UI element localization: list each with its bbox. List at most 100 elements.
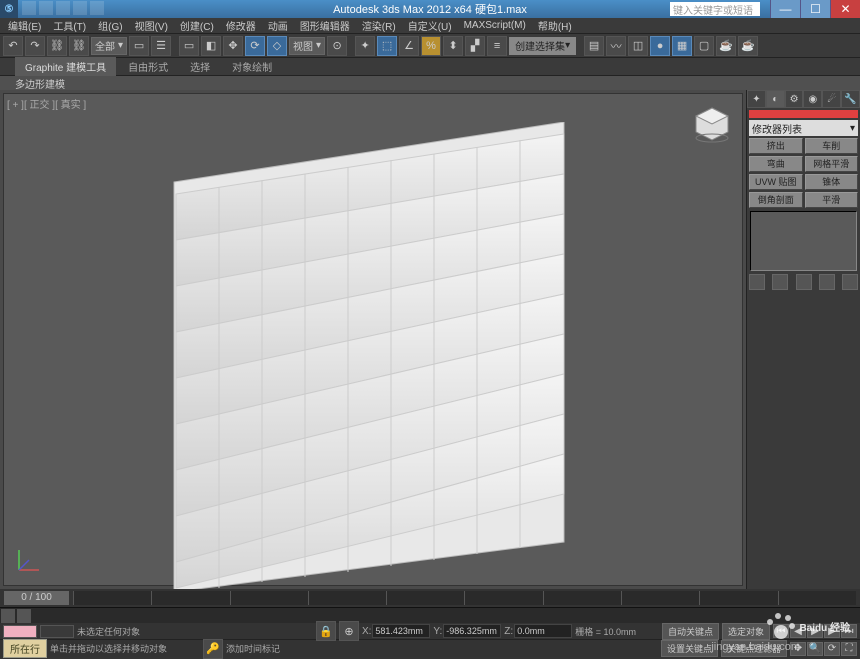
quick-render-button[interactable]: ☕ [738, 36, 758, 56]
select-rotate-button[interactable]: ⟳ [245, 36, 265, 56]
align-button[interactable]: ≡ [487, 36, 507, 56]
close-button[interactable]: ✕ [830, 0, 860, 18]
auto-key-button[interactable]: 自动关键点 [662, 623, 719, 640]
trackbar-key-icon[interactable] [1, 609, 15, 623]
unlink-button[interactable]: ⛓ [69, 36, 89, 56]
modifier-taper-button[interactable]: 锥体 [805, 174, 859, 190]
nav-orbit-button[interactable]: ⟳ [824, 642, 840, 656]
coord-y-input[interactable] [443, 624, 501, 638]
show-end-result-button[interactable] [772, 274, 788, 290]
coord-z-input[interactable] [514, 624, 572, 638]
modifier-meshsmooth-button[interactable]: 网格平滑 [805, 156, 859, 172]
reference-coord-dropdown[interactable]: 视图▾ [289, 37, 325, 55]
qat-undo-icon[interactable] [73, 1, 87, 15]
time-tag-button[interactable]: 🔑 [203, 639, 223, 659]
configure-sets-button[interactable] [842, 274, 858, 290]
utilities-tab-icon[interactable]: 🔧 [841, 90, 860, 108]
nav-zoom-button[interactable]: 🔍 [807, 642, 823, 656]
ribbon-tab-freeform[interactable]: 自由形式 [118, 57, 178, 76]
maxscript-swatch[interactable] [40, 625, 74, 638]
select-region-rect-icon[interactable]: ▭ [179, 36, 199, 56]
angle-snap-button[interactable]: ∠ [399, 36, 419, 56]
help-search-input[interactable]: 键入关键字或短语 [670, 2, 760, 16]
hierarchy-tab-icon[interactable]: ⚙ [785, 90, 804, 108]
link-button[interactable]: ⛓ [47, 36, 67, 56]
time-slider-handle[interactable]: 0 / 100 [4, 591, 69, 605]
modifier-lathe-button[interactable]: 车削 [805, 138, 859, 154]
redo-button[interactable]: ↷ [25, 36, 45, 56]
motion-tab-icon[interactable]: ◉ [803, 90, 822, 108]
use-pivot-center-button[interactable]: ⊙ [327, 36, 347, 56]
layer-manager-button[interactable]: ▤ [584, 36, 604, 56]
ribbon-panel-label[interactable]: 多边形建模 [0, 76, 860, 90]
minimize-button[interactable]: — [770, 0, 800, 18]
menu-create[interactable]: 创建(C) [175, 18, 219, 33]
selected-key-dropdown[interactable]: 选定对象 [722, 623, 770, 640]
menu-graph-editors[interactable]: 图形编辑器 [295, 18, 355, 33]
time-track[interactable] [73, 591, 856, 605]
selection-lock-button[interactable]: 🔒 [316, 621, 336, 641]
modifier-uvwmap-button[interactable]: UVW 贴图 [749, 174, 803, 190]
window-crossing-button[interactable]: ◧ [201, 36, 221, 56]
qat-save-icon[interactable] [56, 1, 70, 15]
coord-x-input[interactable] [372, 624, 430, 638]
maximize-button[interactable]: ☐ [800, 0, 830, 18]
undo-button[interactable]: ↶ [3, 36, 23, 56]
render-frame-button[interactable]: ▢ [694, 36, 714, 56]
select-object-button[interactable]: ▭ [129, 36, 149, 56]
remove-modifier-button[interactable] [819, 274, 835, 290]
modifier-stack[interactable] [750, 211, 857, 271]
trackbar-key-icon[interactable] [17, 609, 31, 623]
material-editor-button[interactable]: ● [650, 36, 670, 56]
time-slider[interactable]: 0 / 100 [0, 589, 860, 607]
make-unique-button[interactable] [796, 274, 812, 290]
menu-edit[interactable]: 编辑(E) [3, 18, 46, 33]
modifier-smooth-button[interactable]: 平滑 [805, 192, 859, 208]
menu-modifiers[interactable]: 修改器 [221, 18, 261, 33]
display-tab-icon[interactable]: ☄ [822, 90, 841, 108]
ribbon-tab-selection[interactable]: 选择 [180, 57, 220, 76]
create-tab-icon[interactable]: ✦ [747, 90, 766, 108]
spinner-snap-button[interactable]: ⬍ [443, 36, 463, 56]
pin-stack-button[interactable] [749, 274, 765, 290]
modifier-extrude-button[interactable]: 挤出 [749, 138, 803, 154]
manipulate-button[interactable]: ✦ [355, 36, 375, 56]
add-time-tag-label[interactable]: 添加时间标记 [226, 642, 280, 655]
nav-maximize-button[interactable]: ⛶ [841, 642, 857, 656]
select-move-button[interactable]: ✥ [223, 36, 243, 56]
qat-new-icon[interactable] [22, 1, 36, 15]
absolute-relative-button[interactable]: ⊕ [339, 621, 359, 641]
ribbon-tab-object-paint[interactable]: 对象绘制 [222, 57, 282, 76]
location-button[interactable]: 所在行 [3, 639, 47, 658]
select-by-name-button[interactable]: ☰ [151, 36, 171, 56]
object-color-swatch[interactable] [749, 110, 858, 118]
modifier-bend-button[interactable]: 弯曲 [749, 156, 803, 172]
menu-tools[interactable]: 工具(T) [48, 18, 91, 33]
menu-maxscript[interactable]: MAXScript(M) [459, 20, 531, 31]
percent-snap-button[interactable]: % [421, 36, 441, 56]
menu-animation[interactable]: 动画 [263, 18, 293, 33]
named-selection-dropdown[interactable]: 创建选择集 ▾ [509, 37, 576, 55]
select-scale-button[interactable]: ◇ [267, 36, 287, 56]
mirror-button[interactable]: ▞ [465, 36, 485, 56]
curve-editor-button[interactable]: 〰 [606, 36, 626, 56]
render-button[interactable]: ☕ [716, 36, 736, 56]
menu-views[interactable]: 视图(V) [130, 18, 173, 33]
qat-open-icon[interactable] [39, 1, 53, 15]
ribbon-tab-graphite[interactable]: Graphite 建模工具 [15, 57, 116, 76]
viewport-label[interactable]: [ + ][ 正交 ][ 真实 ] [7, 96, 86, 111]
qat-redo-icon[interactable] [90, 1, 104, 15]
render-setup-button[interactable]: ▦ [672, 36, 692, 56]
selection-filter-dropdown[interactable]: 全部▾ [91, 37, 127, 55]
menu-customize[interactable]: 自定义(U) [403, 18, 457, 33]
viewport[interactable]: [ + ][ 正交 ][ 真实 ] [3, 93, 743, 586]
set-key-button[interactable]: 设置关键点 [661, 640, 718, 657]
schematic-view-button[interactable]: ◫ [628, 36, 648, 56]
menu-group[interactable]: 组(G) [93, 18, 127, 33]
maxscript-swatch[interactable] [3, 625, 37, 638]
snap-toggle-button[interactable]: ⬚ [377, 36, 397, 56]
modify-tab-icon[interactable]: ◐ [766, 90, 785, 108]
viewcube[interactable] [692, 104, 732, 144]
track-bar[interactable] [0, 607, 860, 623]
modifier-list-dropdown[interactable]: 修改器列表▾ [749, 120, 858, 136]
